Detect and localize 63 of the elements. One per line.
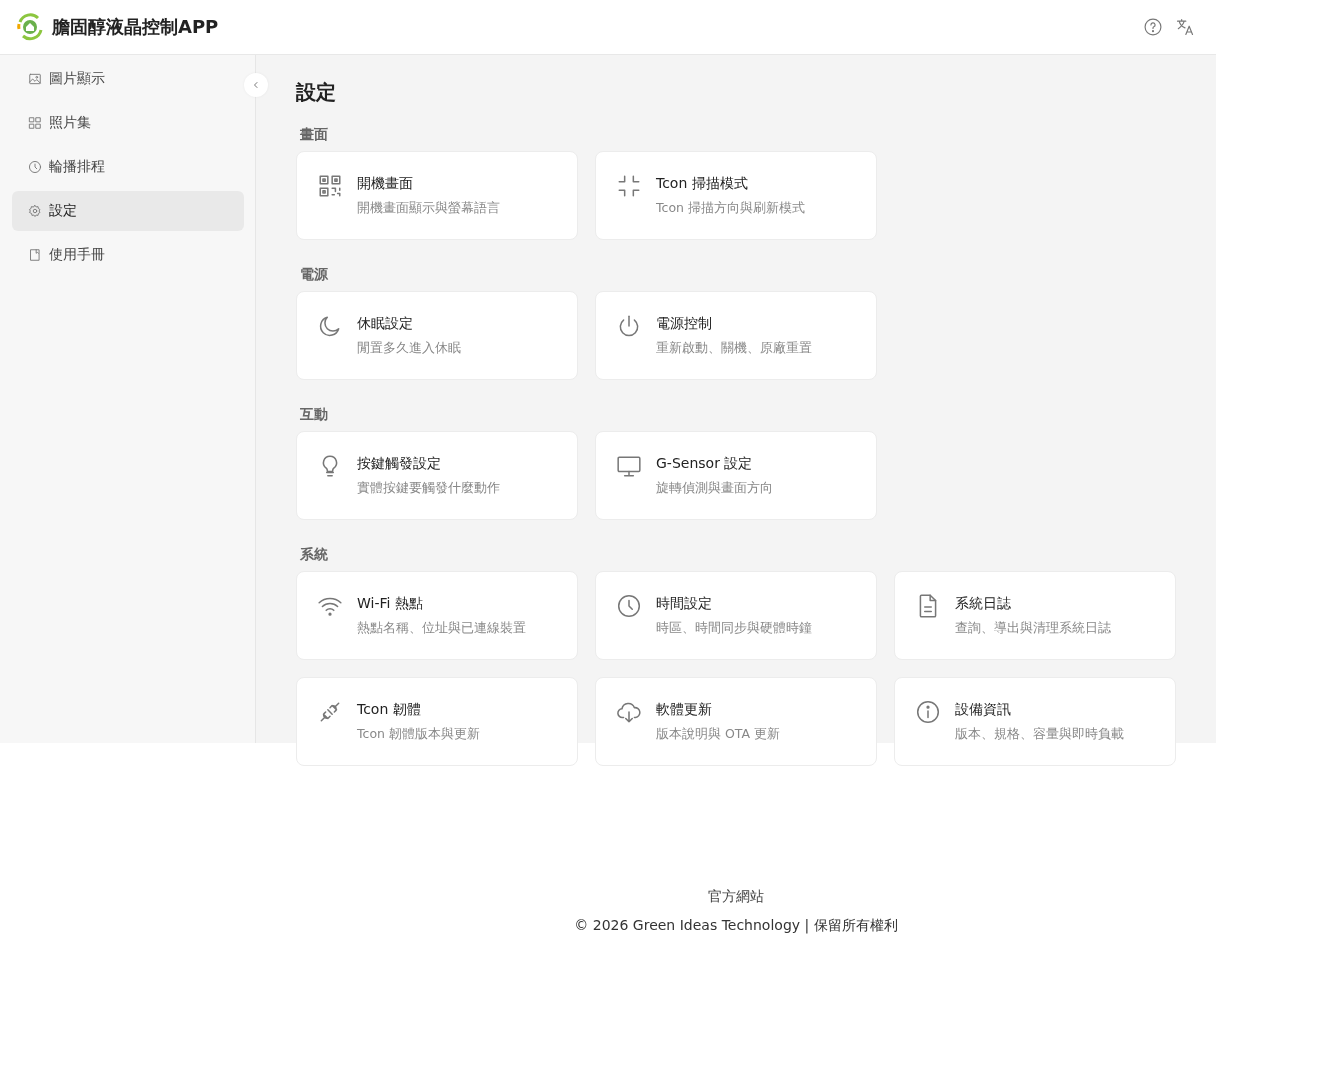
- setting-card[interactable]: 時間設定 時區、時間同步與硬體時鐘: [595, 571, 877, 660]
- card-title: G-Sensor 設定: [656, 454, 754, 473]
- card-title: 休眠設定: [357, 314, 414, 333]
- card-description: 重新啟動、關機、原廠重置: [656, 339, 812, 357]
- setting-card[interactable]: 系統日誌 查詢、導出與清理系統日誌: [894, 571, 1176, 660]
- card-description: Tcon 掃描方向與刷新模式: [656, 199, 805, 217]
- card-title: Wi-Fi 熱點: [357, 594, 424, 613]
- card-description: 開機畫面顯示與螢幕語言: [357, 199, 500, 217]
- image-icon: [28, 72, 42, 86]
- sidebar-item[interactable]: 使用手冊: [12, 235, 244, 275]
- card-description: Tcon 韌體版本與更新: [357, 725, 480, 743]
- setting-card[interactable]: Wi-Fi 熱點 熱點名稱、位址與已連線裝置: [296, 571, 578, 660]
- card-title: Tcon 韌體: [357, 700, 422, 719]
- translate-button[interactable]: [1175, 17, 1195, 37]
- card-title: 電源控制: [656, 314, 713, 333]
- card-description: 實體按鍵要觸發什麼動作: [357, 479, 500, 497]
- grid-icon: [28, 116, 42, 130]
- card-title: 設備資訊: [955, 700, 1012, 719]
- help-button[interactable]: [1143, 17, 1163, 37]
- card-description: 旋轉偵測與畫面方向: [656, 479, 773, 497]
- setting-card[interactable]: 休眠設定 閒置多久進入休眠: [296, 291, 578, 380]
- card-description: 查詢、導出與清理系統日誌: [955, 619, 1111, 637]
- book-icon: [28, 248, 42, 262]
- section-heading: 互動: [300, 406, 329, 422]
- info-icon: [915, 699, 941, 725]
- setting-card[interactable]: G-Sensor 設定 旋轉偵測與畫面方向: [595, 431, 877, 520]
- card-title: 系統日誌: [955, 594, 1012, 613]
- setting-card[interactable]: 軟體更新 版本說明與 OTA 更新: [595, 677, 877, 766]
- card-description: 版本、規格、容量與即時負載: [955, 725, 1124, 743]
- section-heading: 畫面: [300, 126, 329, 142]
- section-heading: 系統: [300, 546, 329, 562]
- setting-card[interactable]: Tcon 掃描模式 Tcon 掃描方向與刷新模式: [595, 151, 877, 240]
- qr-code-icon: [317, 173, 343, 199]
- page-title: 設定: [296, 79, 337, 105]
- clock-icon: [28, 160, 42, 174]
- copyright-text: © 2026 Green Ideas Technology | 保留所有權利: [574, 917, 898, 935]
- card-title: 按鍵觸發設定: [357, 454, 442, 473]
- setting-card[interactable]: 開機畫面 開機畫面顯示與螢幕語言: [296, 151, 578, 240]
- sidebar-item[interactable]: 輪播排程: [12, 147, 244, 187]
- translate-icon: [1175, 17, 1195, 37]
- sidebar-item[interactable]: 照片集: [12, 103, 244, 143]
- section-heading: 電源: [300, 266, 329, 282]
- setting-card[interactable]: 設備資訊 版本、規格、容量與即時負載: [894, 677, 1176, 766]
- setting-card[interactable]: Tcon 韌體 Tcon 韌體版本與更新: [296, 677, 578, 766]
- official-website-link[interactable]: 官方網站: [708, 888, 764, 906]
- settings-icon: [28, 204, 42, 218]
- card-description: 版本說明與 OTA 更新: [656, 725, 780, 743]
- help-icon: [1143, 17, 1163, 37]
- sidebar-item[interactable]: 圖片顯示: [12, 59, 244, 99]
- card-description: 時區、時間同步與硬體時鐘: [656, 619, 812, 637]
- card-title: 時間設定: [656, 594, 713, 613]
- logo-icon: [15, 12, 45, 42]
- clock-icon: [616, 593, 642, 619]
- card-title: Tcon 掃描模式: [656, 174, 749, 193]
- collapse-icon: [616, 173, 642, 199]
- setting-card[interactable]: 電源控制 重新啟動、關機、原廠重置: [595, 291, 877, 380]
- sidebar-item[interactable]: 設定: [12, 191, 244, 231]
- card-title: 軟體更新: [656, 700, 713, 719]
- card-description: 熱點名稱、位址與已連線裝置: [357, 619, 526, 637]
- setting-card[interactable]: 按鍵觸發設定 實體按鍵要觸發什麼動作: [296, 431, 578, 520]
- app-title: 膽固醇液晶控制APP: [52, 15, 219, 39]
- card-title: 開機畫面: [357, 174, 414, 193]
- card-description: 閒置多久進入休眠: [357, 339, 461, 357]
